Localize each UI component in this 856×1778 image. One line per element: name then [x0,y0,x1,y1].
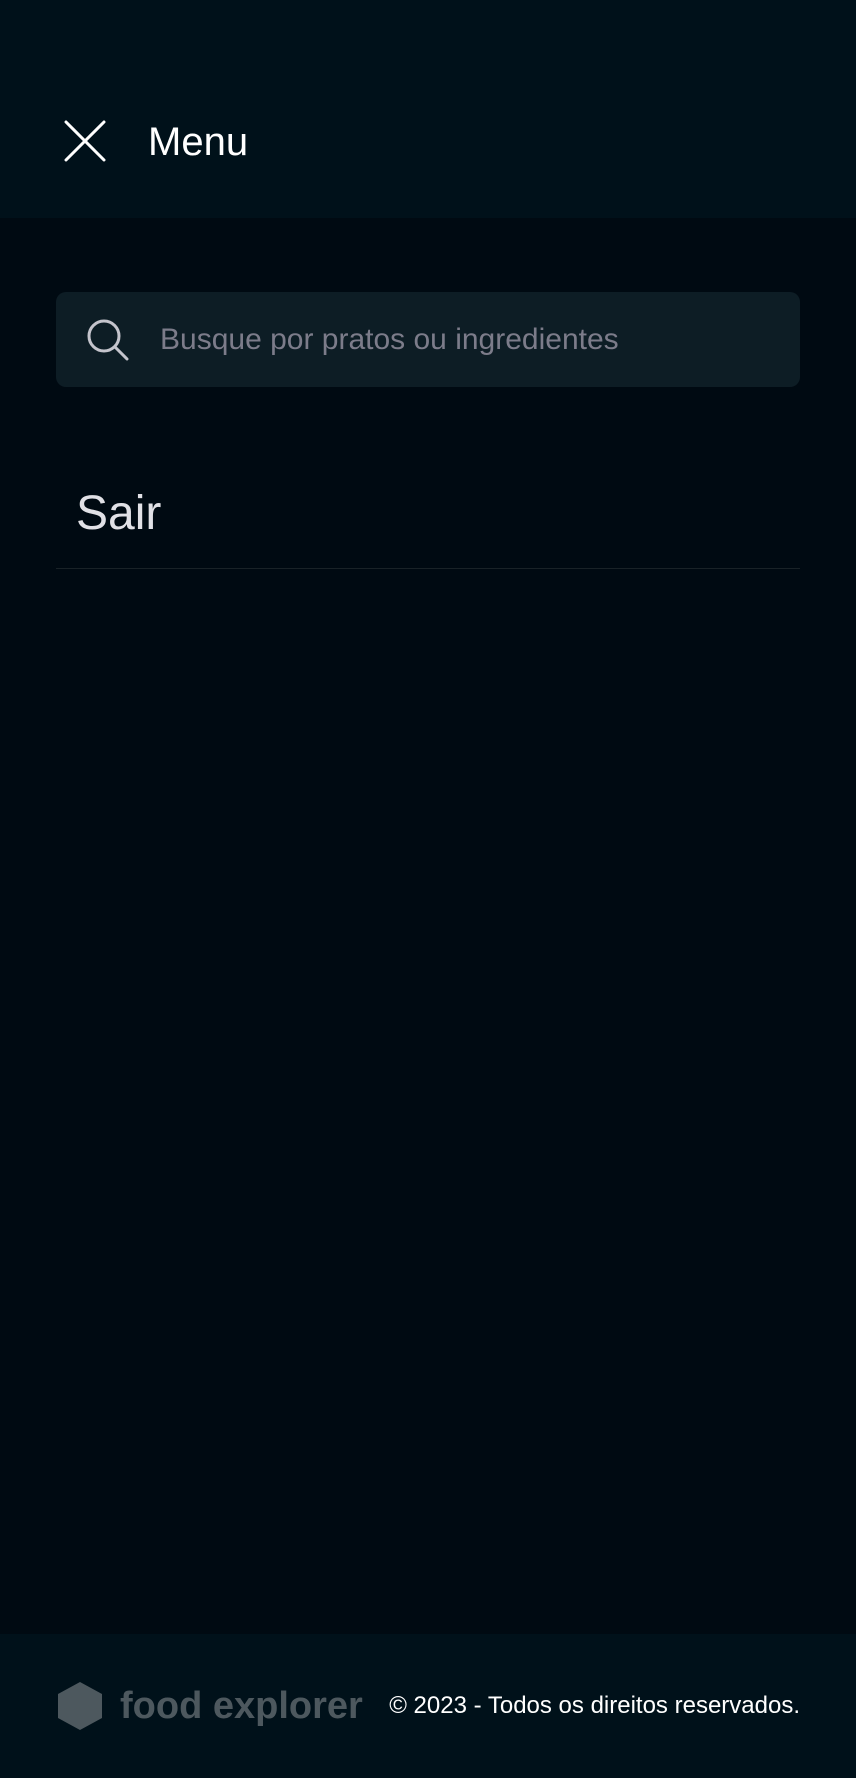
hexagon-logo-icon [58,1682,102,1730]
search-input[interactable] [160,292,780,387]
search-icon [87,319,129,361]
footer: food explorer © 2023 - Todos os direitos… [0,1634,856,1778]
footer-logo-text: food explorer [120,1685,363,1727]
menu-list: Sair [56,468,800,569]
close-menu-button[interactable] [62,118,108,164]
close-icon [64,120,106,162]
menu-item-sair[interactable]: Sair [56,468,800,569]
copyright-text: © 2023 - Todos os direitos reservados. [389,1692,800,1719]
footer-logo: food explorer [58,1682,363,1730]
search-bar[interactable] [56,292,800,387]
menu-item-label: Sair [76,487,162,540]
page-title: Menu [148,120,249,164]
menu-header: Menu [0,0,856,218]
